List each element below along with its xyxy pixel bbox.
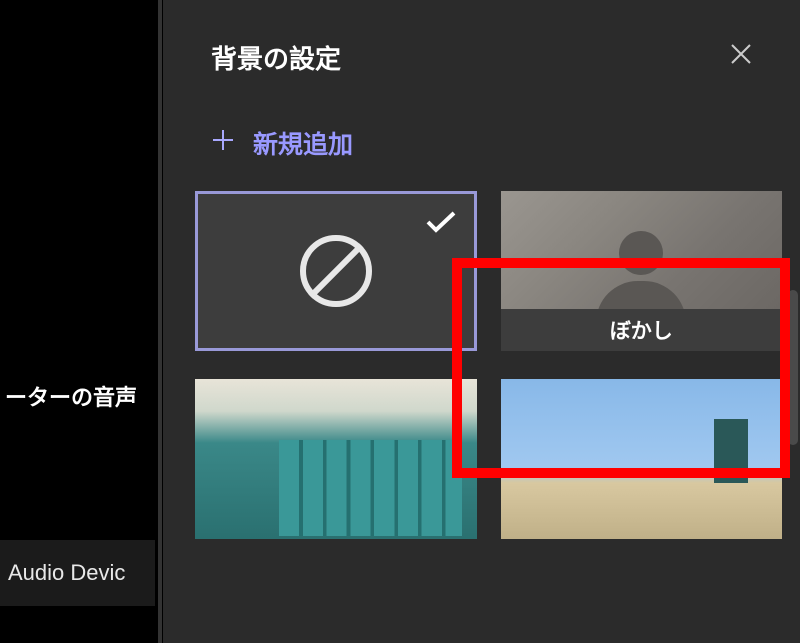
no-background-icon <box>300 235 372 307</box>
audio-section: ーターの音声 <box>0 370 155 422</box>
background-option-office[interactable] <box>195 379 477 539</box>
blur-label: ぼかし <box>501 309 783 351</box>
scrollbar-thumb[interactable] <box>788 290 798 445</box>
left-sidebar: ーターの音声 Audio Devic <box>0 0 170 643</box>
add-new-button[interactable]: 新規追加 <box>163 100 800 191</box>
background-option-none[interactable] <box>195 191 477 351</box>
audio-section-label: ーターの音声 <box>0 370 155 422</box>
background-option-blur[interactable]: ぼかし <box>501 191 783 351</box>
background-settings-panel: 背景の設定 新規追加 ぼかし <box>163 0 800 643</box>
background-grid: ぼかし <box>163 191 800 539</box>
panel-divider <box>158 0 162 643</box>
person-silhouette-icon <box>619 231 663 275</box>
panel-header: 背景の設定 <box>163 0 800 100</box>
add-new-label: 新規追加 <box>253 125 353 161</box>
close-icon <box>730 44 752 71</box>
plus-icon <box>211 128 235 159</box>
panel-title: 背景の設定 <box>211 39 341 76</box>
checkmark-icon <box>426 208 456 240</box>
background-option-beach[interactable] <box>501 379 783 539</box>
audio-device-selector[interactable]: Audio Devic <box>0 540 155 606</box>
close-button[interactable] <box>722 35 760 80</box>
